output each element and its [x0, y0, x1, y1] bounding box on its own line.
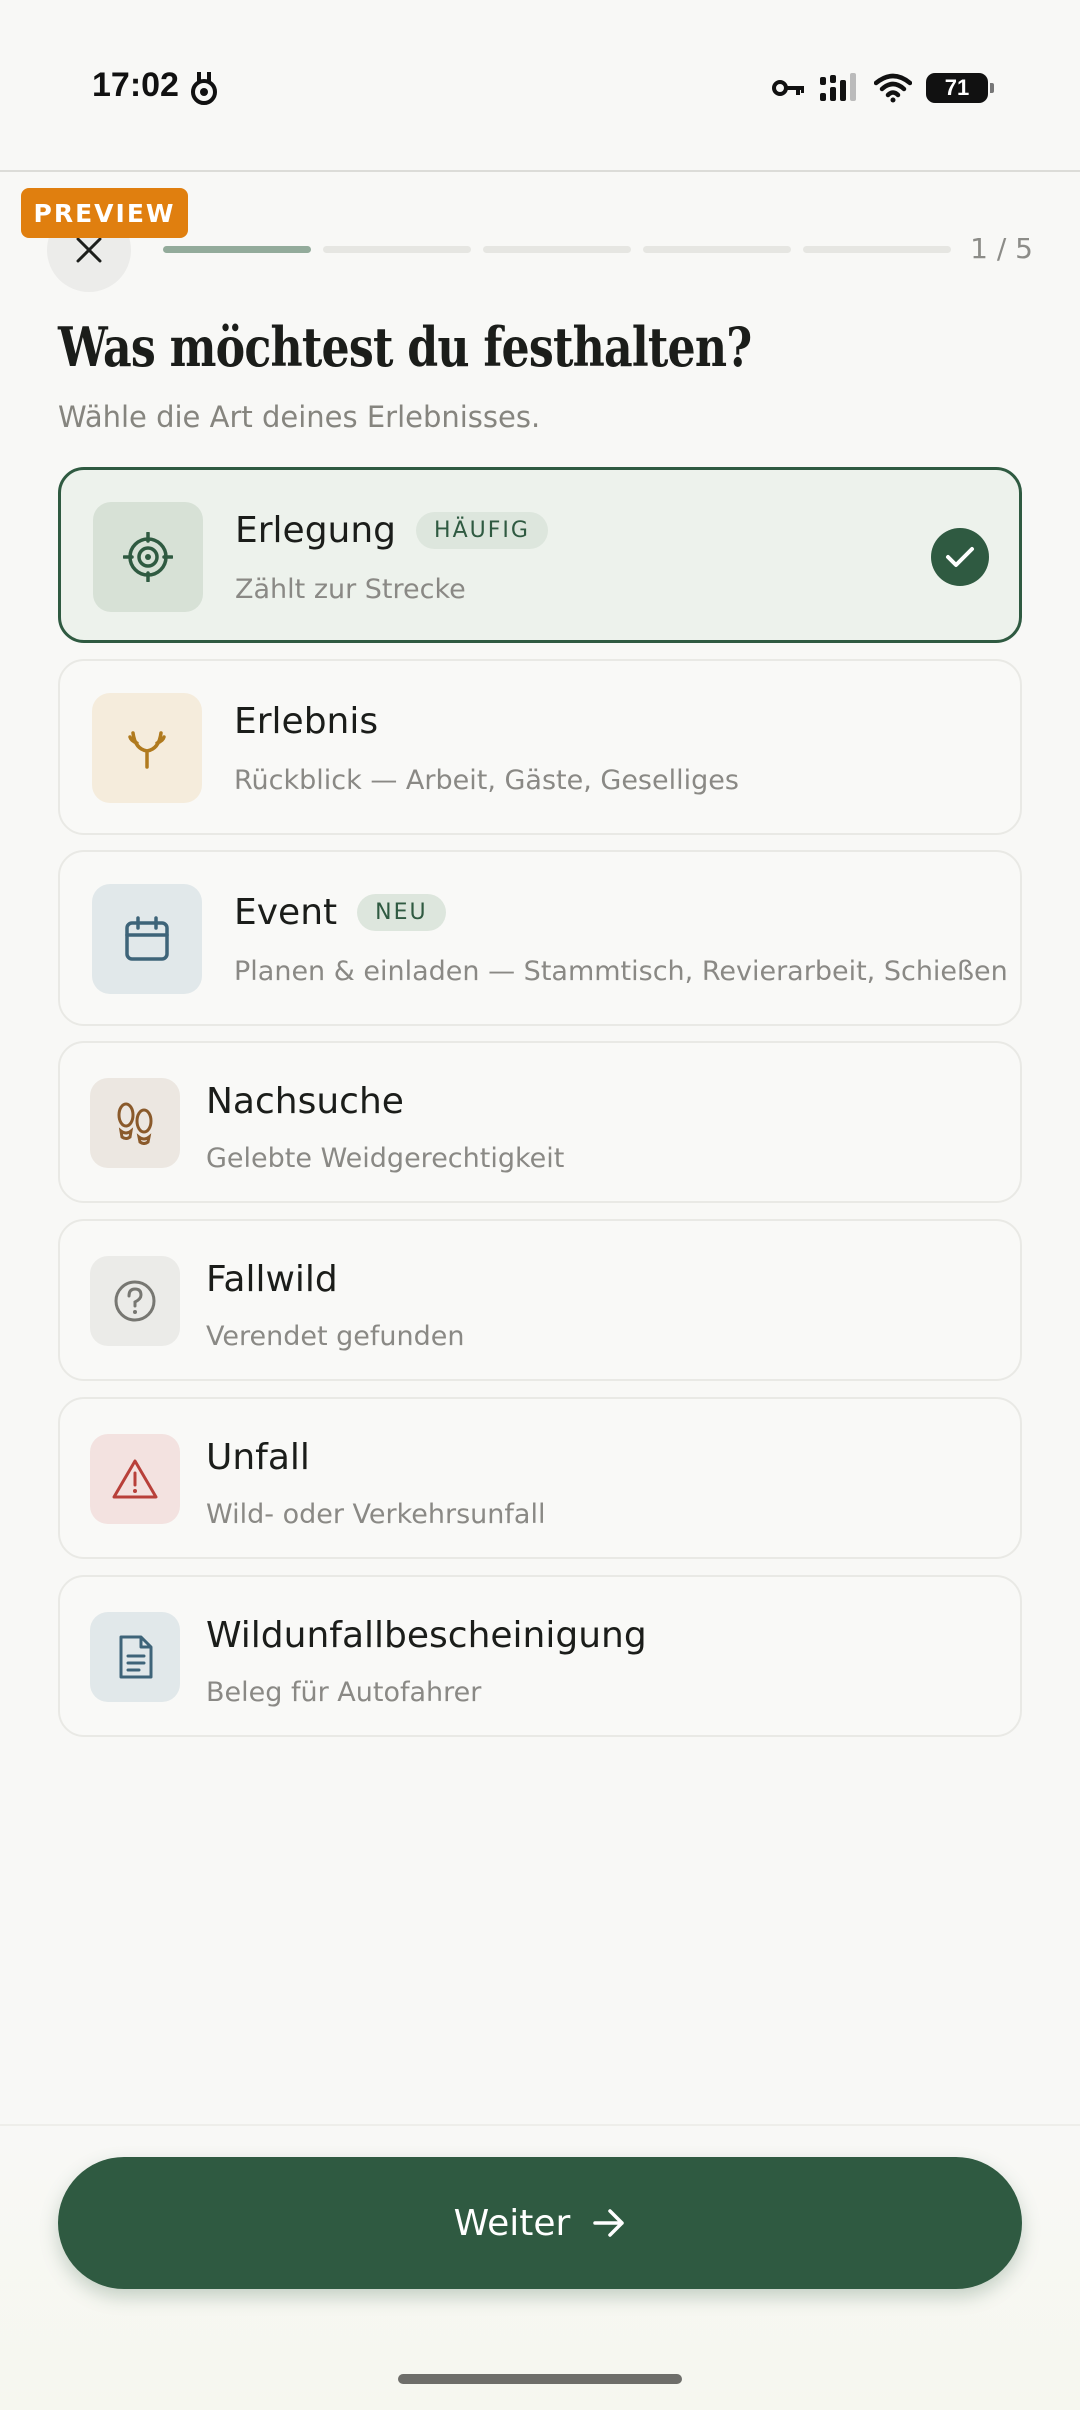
signal-icon: [820, 73, 856, 101]
step-counter: 1 / 5: [970, 232, 1033, 265]
option-name: Wildunfallbescheinigung: [206, 1615, 647, 1656]
option-erlegung[interactable]: Erlegung HÄUFIG Zählt zur Strecke: [58, 467, 1022, 643]
app-notification-icon: [191, 72, 217, 105]
status-icons: 71: [772, 68, 994, 108]
option-label: Erlegung: [235, 510, 397, 551]
question-circle-icon: [114, 1280, 156, 1322]
document-icon: [119, 1635, 153, 1679]
preview-badge: PREVIEW: [21, 188, 188, 238]
option-icon-box: [92, 693, 202, 803]
option-description: Planen & einladen — Stammtisch, Revierar…: [234, 956, 1008, 987]
warning-triangle-icon: [112, 1459, 158, 1499]
checkmark-icon: [946, 547, 974, 567]
status-bar: 17:02 71: [0, 0, 1080, 172]
option-name: Erlegung HÄUFIG: [235, 510, 548, 551]
page-title: Was möchtest du festhalten?: [58, 315, 752, 379]
option-name: Event NEU: [234, 892, 446, 933]
progress-segment-4: [643, 246, 791, 253]
option-fallwild[interactable]: Fallwild Verendet gefunden: [58, 1219, 1022, 1381]
battery-level: 71: [944, 75, 970, 100]
footprints-icon: [117, 1102, 153, 1145]
option-icon-box: [90, 1256, 180, 1346]
option-icon-box: [90, 1434, 180, 1524]
calendar-icon: [125, 916, 169, 961]
option-icon-box: [90, 1612, 180, 1702]
close-icon: [76, 237, 102, 263]
option-description: Rückblick — Arbeit, Gäste, Geselliges: [234, 765, 739, 796]
option-label: Unfall: [206, 1437, 310, 1478]
selected-check: [931, 528, 989, 586]
antler-icon: [128, 731, 166, 769]
status-time: 17:02: [92, 66, 179, 104]
option-nachsuche[interactable]: Nachsuche Gelebte Weidgerechtigkeit: [58, 1041, 1022, 1203]
continue-button[interactable]: Weiter: [58, 2157, 1022, 2289]
option-description: Beleg für Autofahrer: [206, 1677, 482, 1708]
target-icon: [123, 532, 173, 582]
option-name: Unfall: [206, 1437, 310, 1478]
progress-segment-5: [803, 246, 951, 253]
new-badge: NEU: [357, 894, 446, 931]
option-erlebnis[interactable]: Erlebnis Rückblick — Arbeit, Gäste, Gese…: [58, 659, 1022, 835]
option-label: Fallwild: [206, 1259, 338, 1300]
option-unfall[interactable]: Unfall Wild- oder Verkehrsunfall: [58, 1397, 1022, 1559]
option-description: Wild- oder Verkehrsunfall: [206, 1499, 546, 1530]
option-label: Wildunfallbescheinigung: [206, 1615, 647, 1656]
continue-label: Weiter: [453, 2202, 571, 2244]
option-label: Nachsuche: [206, 1081, 404, 1122]
battery-icon: 71: [926, 73, 994, 103]
wifi-icon: [874, 73, 912, 103]
option-icon-box: [93, 502, 203, 612]
option-label: Event: [234, 892, 338, 933]
option-wildunfallbescheinigung[interactable]: Wildunfallbescheinigung Beleg für Autofa…: [58, 1575, 1022, 1737]
option-name: Erlebnis: [234, 701, 378, 742]
key-icon: [772, 80, 804, 96]
page-subtitle: Wähle die Art deines Erlebnisses.: [58, 400, 541, 434]
home-indicator[interactable]: [398, 2374, 682, 2384]
progress-bar: [163, 246, 951, 253]
option-icon-box: [90, 1078, 180, 1168]
option-description: Verendet gefunden: [206, 1321, 465, 1352]
option-description: Gelebte Weidgerechtigkeit: [206, 1143, 565, 1174]
option-icon-box: [92, 884, 202, 994]
frequent-badge: HÄUFIG: [416, 512, 548, 549]
option-name: Nachsuche: [206, 1081, 404, 1122]
option-event[interactable]: Event NEU Planen & einladen — Stammtisch…: [58, 850, 1022, 1026]
progress-segment-2: [323, 246, 471, 253]
option-name: Fallwild: [206, 1259, 338, 1300]
arrow-right-icon: [593, 2209, 625, 2237]
option-description: Zählt zur Strecke: [235, 574, 466, 605]
option-label: Erlebnis: [234, 701, 379, 742]
progress-segment-1: [163, 246, 311, 253]
progress-segment-3: [483, 246, 631, 253]
